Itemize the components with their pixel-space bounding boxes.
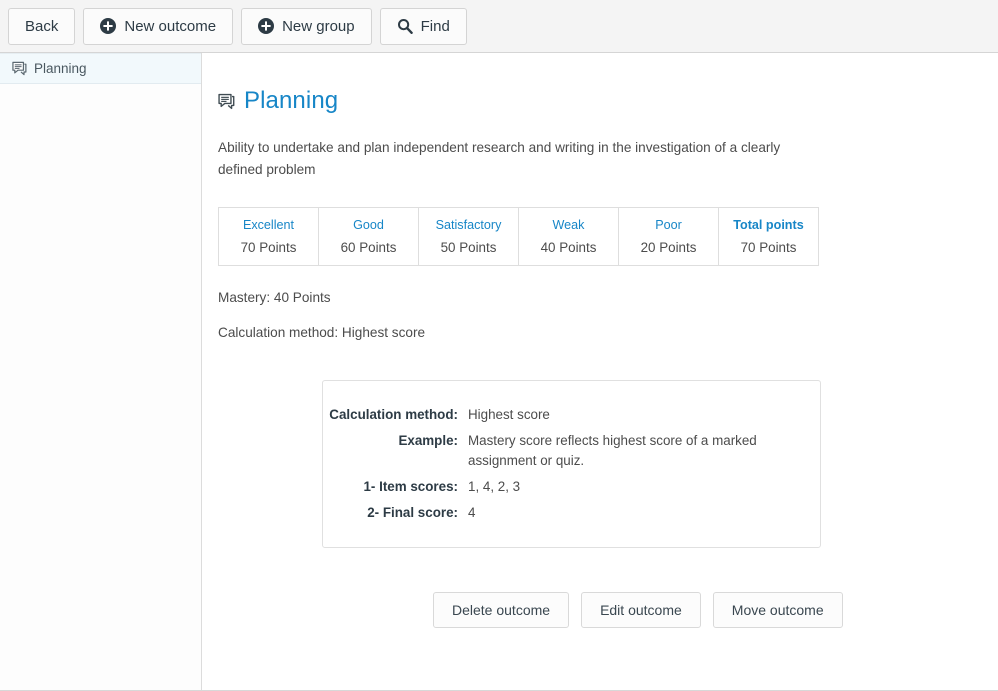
new-outcome-button[interactable]: New outcome [83, 7, 234, 45]
calc-key-item-scores: 1- Item scores: [363, 479, 458, 494]
move-outcome-button[interactable]: Move outcome [712, 592, 843, 628]
ratings-header-row: Excellent Good Satisfactory Weak Poor To… [218, 207, 819, 238]
calc-row: 2- Final score: 4 [323, 503, 820, 523]
page-title: Planning [218, 87, 998, 115]
rating-value-good: 60 Points [318, 237, 419, 266]
search-icon [397, 18, 413, 35]
rating-header-excellent: Excellent [218, 207, 319, 238]
outcome-description: Ability to undertake and plan independen… [218, 140, 781, 177]
rating-header-weak: Weak [518, 207, 619, 238]
ratings-value-row: 70 Points 60 Points 50 Points 40 Points … [218, 237, 819, 266]
back-button-label: Back [25, 17, 59, 35]
outcome-icon [218, 93, 235, 110]
new-outcome-button-label: New outcome [124, 17, 217, 35]
calc-value-calculation-method: Highest score [468, 407, 550, 422]
mastery-text: Mastery: 40 Points [218, 290, 331, 305]
outcome-title: Planning [244, 87, 339, 114]
rating-header-satisfactory: Satisfactory [418, 207, 519, 238]
rating-value-excellent: 70 Points [218, 237, 319, 266]
calc-value-final-score: 4 [468, 505, 476, 520]
rating-value-weak: 40 Points [518, 237, 619, 266]
sidebar-item-planning[interactable]: Planning [0, 53, 201, 84]
outcome-icon [12, 61, 27, 76]
calc-key-calculation-method: Calculation method: [329, 407, 458, 422]
rating-header-good: Good [318, 207, 419, 238]
rating-value-poor: 20 Points [618, 237, 719, 266]
ratings-table: Excellent Good Satisfactory Weak Poor To… [218, 207, 819, 266]
calc-value-example: Mastery score reflects highest score of … [468, 433, 757, 468]
new-group-button[interactable]: New group [241, 7, 372, 45]
rating-value-satisfactory: 50 Points [418, 237, 519, 266]
calc-row: Calculation method: Highest score [323, 405, 820, 425]
calc-key-example: Example: [398, 433, 458, 448]
outcomes-page: Back New outcome New group Find Planning… [0, 0, 998, 691]
rating-header-total-points: Total points [733, 218, 804, 233]
calc-row: Example: Mastery score reflects highest … [323, 431, 820, 471]
back-button[interactable]: Back [8, 7, 76, 45]
main-content: Planning Ability to undertake and plan i… [203, 53, 998, 690]
plus-circle-icon [100, 18, 117, 34]
find-button[interactable]: Find [379, 7, 467, 45]
rating-value-total-points: 70 Points [740, 240, 797, 256]
calculation-details-box: Calculation method: Highest score Exampl… [322, 380, 821, 548]
calc-row: 1- Item scores: 1, 4, 2, 3 [323, 477, 820, 497]
rating-header-poor: Poor [618, 207, 719, 238]
calc-key-final-score: 2- Final score: [367, 505, 458, 520]
calculation-method-text: Calculation method: Highest score [218, 325, 426, 340]
edit-outcome-button[interactable]: Edit outcome [581, 592, 701, 628]
find-button-label: Find [420, 17, 450, 35]
plus-circle-icon [258, 18, 275, 34]
sidebar-item-label: Planning [34, 61, 87, 76]
toolbar: Back New outcome New group Find [0, 0, 998, 53]
new-group-button-label: New group [282, 17, 355, 35]
delete-outcome-button[interactable]: Delete outcome [433, 592, 570, 628]
calc-value-item-scores: 1, 4, 2, 3 [468, 479, 521, 494]
outcome-actions: Delete outcome Edit outcome Move outcome [433, 592, 998, 628]
outcomes-sidebar: Planning [0, 53, 202, 690]
